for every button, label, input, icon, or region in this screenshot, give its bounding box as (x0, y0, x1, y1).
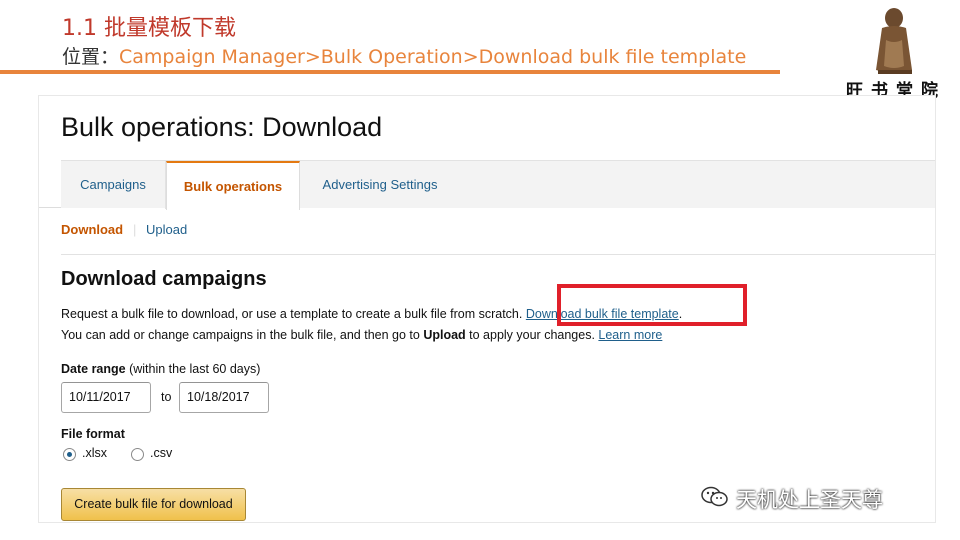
subnav-download[interactable]: Download (61, 222, 123, 237)
tab-advertising-settings[interactable]: Advertising Settings (300, 161, 460, 209)
description-text: Request a bulk file to download, or use … (61, 307, 523, 321)
watermark: 天机处上圣天尊 (700, 484, 883, 512)
screenshot-panel: Bulk operations: Download Campaigns Bulk… (38, 95, 936, 523)
subnav-upload[interactable]: Upload (146, 222, 187, 237)
date-to-input[interactable]: 10/18/2017 (179, 382, 269, 413)
date-from-input[interactable]: 10/11/2017 (61, 382, 151, 413)
watermark-text: 天机处上圣天尊 (736, 488, 883, 512)
location-path: Campaign Manager>Bulk Operation>Download… (119, 46, 747, 68)
csv-radio[interactable] (131, 448, 144, 461)
date-to-label: to (161, 390, 172, 404)
slide-location: 位置：Campaign Manager>Bulk Operation>Downl… (62, 42, 746, 69)
upload-bold: Upload (423, 328, 466, 342)
xlsx-label[interactable]: .xlsx (82, 446, 107, 460)
file-format-label: File format (61, 427, 125, 441)
tab-bulk-operations[interactable]: Bulk operations (166, 161, 300, 210)
description-line-2: You can add or change campaigns in the b… (61, 328, 662, 342)
learn-more-link[interactable]: Learn more (598, 328, 662, 342)
xlsx-radio[interactable] (63, 448, 76, 461)
orange-rule (0, 70, 780, 74)
description-text-3: to apply your changes. (465, 328, 599, 342)
tab-bar: Campaigns Bulk operations Advertising Se… (39, 160, 935, 210)
date-range-hint: (within the last 60 days) (125, 362, 261, 376)
slide-title: 1.1 批量模板下载 (62, 16, 236, 41)
create-bulk-file-button[interactable]: Create bulk file for download (61, 488, 246, 521)
date-range-title: Date range (61, 362, 126, 376)
wechat-icon (700, 485, 730, 514)
tab-campaigns[interactable]: Campaigns (61, 161, 166, 209)
location-prefix: 位置： (62, 46, 120, 68)
divider (61, 254, 935, 255)
highlight-box (557, 284, 747, 326)
csv-label[interactable]: .csv (150, 446, 172, 460)
section-heading: Download campaigns (61, 268, 267, 290)
tab-strip: Campaigns Bulk operations Advertising Se… (61, 160, 935, 210)
subnav-separator: | (133, 222, 137, 237)
description-text-2: You can add or change campaigns in the b… (61, 328, 424, 342)
logo: 旺书堂院 (842, 0, 960, 101)
date-range-label: Date range (within the last 60 days) (61, 362, 260, 376)
page-title: Bulk operations: Download (61, 112, 383, 142)
